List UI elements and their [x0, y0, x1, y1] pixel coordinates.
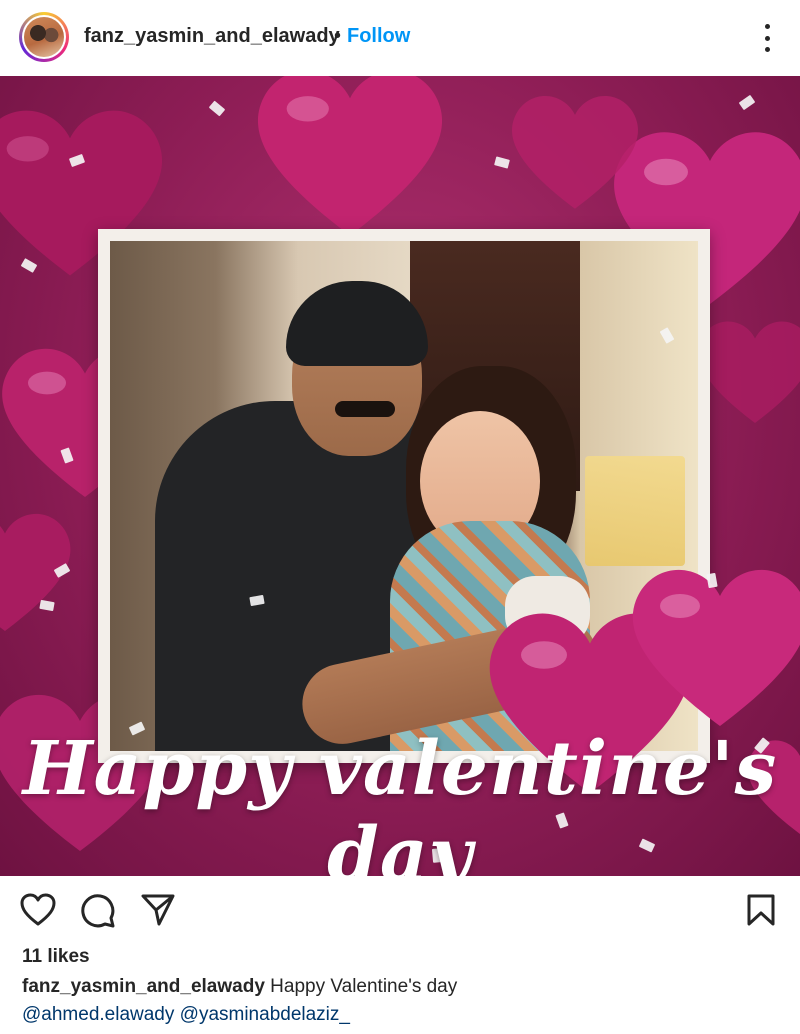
mustache	[335, 401, 395, 417]
separator-dot: •	[334, 25, 342, 47]
action-bar	[0, 876, 800, 942]
follow-button[interactable]: Follow	[347, 25, 410, 48]
caption-username[interactable]: fanz_yasmin_and_elawady	[22, 976, 265, 997]
caption-mentions: @ahmed.elawady @yasminabdelaziz_	[22, 1004, 350, 1026]
post-header: fanz_yasmin_and_elawady • Follow	[0, 0, 800, 76]
more-options-icon[interactable]	[755, 22, 779, 54]
confetti	[208, 100, 226, 117]
share-icon[interactable]	[140, 893, 176, 927]
confetti	[738, 94, 756, 111]
caption-text: Happy Valentine's day	[270, 976, 458, 997]
heart-balloon	[512, 96, 638, 209]
comment-icon[interactable]	[80, 893, 116, 929]
likes-count[interactable]: 11 likes	[22, 946, 90, 968]
post-image[interactable]: Happy valentine's day	[0, 76, 800, 876]
beanie	[286, 281, 428, 366]
caption: fanz_yasmin_and_elawady Happy Valentine'…	[22, 976, 457, 998]
avatar-ring	[22, 15, 66, 59]
avatar-image	[24, 17, 64, 57]
header-username[interactable]: fanz_yasmin_and_elawady	[84, 25, 340, 48]
heart-icon[interactable]	[20, 893, 56, 927]
valentine-text: Happy valentine's day	[22, 726, 778, 876]
bookmark-icon[interactable]	[746, 893, 776, 927]
mention-yasminabdelaziz[interactable]: @yasminabdelaziz_	[180, 1004, 350, 1025]
mention-ahmed-elawady[interactable]: @ahmed.elawady	[22, 1004, 174, 1025]
avatar[interactable]	[19, 12, 69, 62]
heart-balloon	[258, 76, 442, 236]
